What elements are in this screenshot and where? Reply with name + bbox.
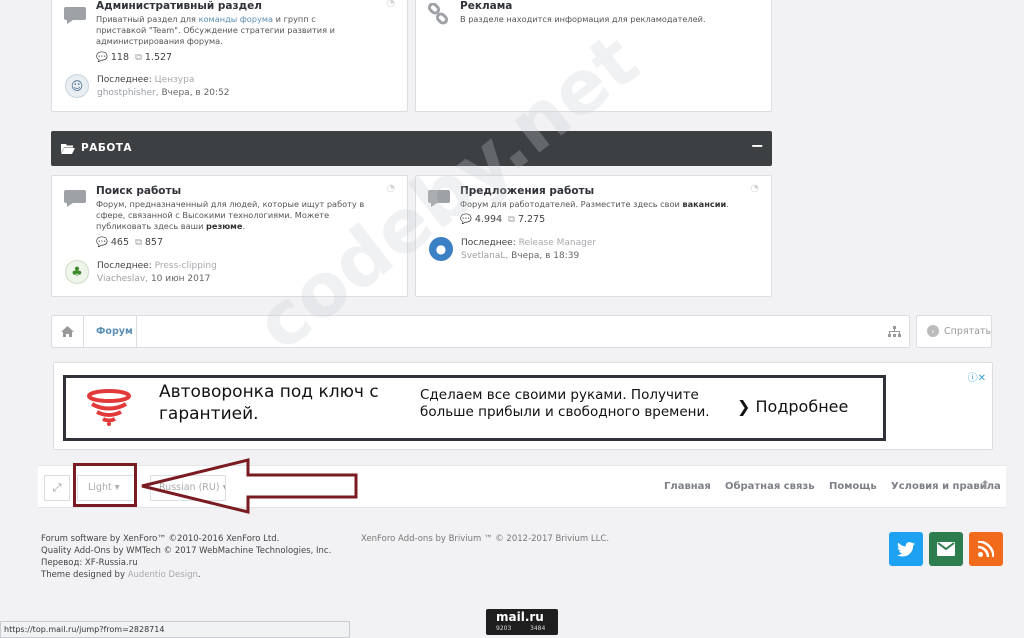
copyright-translation: Перевод: XF-Russia.ru [41, 558, 138, 568]
forum-description: В разделе находится информация для рекла… [460, 14, 706, 24]
breadcrumb-forum[interactable]: Форум [96, 326, 133, 337]
forum-team-link[interactable]: команды форума [199, 14, 273, 24]
threads-icon: 💬 [96, 237, 108, 248]
breadcrumb: Форум [51, 315, 910, 348]
ad-banner[interactable]: Автоворонка под ключ с гарантией. Сделае… [63, 375, 886, 441]
copyright-brivium: XenForo Add-ons by Brivium ™ © 2012-2017… [361, 534, 610, 544]
hide-button[interactable]: › Спрятать [916, 315, 992, 348]
last-post-meta: SvetlanaL, Вчера, в 18:39 [461, 251, 580, 261]
fullscreen-button[interactable]: ⤢ [44, 475, 70, 501]
last-thread-link[interactable]: Press-clipping [155, 261, 217, 271]
category-bar[interactable]: РАБОТА − [51, 131, 772, 166]
mailru-counter[interactable]: mail.ru 9203 3484 [486, 609, 558, 635]
last-post: Последнее: Press-clipping [97, 261, 217, 271]
avatar[interactable]: ☺ [65, 74, 89, 98]
link-icon [427, 3, 449, 25]
rss-icon[interactable]: ◔ [750, 183, 759, 194]
avatar[interactable]: ♣ [65, 260, 89, 284]
annotation-arrow [141, 458, 358, 514]
ad-headline: Автоворонка под ключ с гарантией. [159, 382, 379, 424]
scroll-top-icon[interactable]: ⬆ [980, 478, 990, 492]
tornado-logo-icon [87, 389, 131, 426]
posts-icon: ⧉ [508, 214, 515, 225]
footer-link-help[interactable]: Помощь [829, 481, 877, 492]
last-user-link[interactable]: Viacheslav [97, 274, 145, 284]
copyright-wmtech: Quality Add-Ons by WMTech © 2017 WebMach… [41, 546, 332, 556]
last-post: Последнее: Цензура [97, 75, 195, 85]
forum-description: Приватный раздел для команды форума и гр… [96, 14, 335, 46]
email-icon [937, 542, 955, 556]
rss-icon[interactable]: ◔ [386, 0, 395, 9]
breadcrumb-separator [136, 316, 137, 347]
rss-button[interactable] [969, 532, 1003, 566]
threads-icon: 💬 [460, 214, 472, 225]
last-thread-link[interactable]: Release Manager [519, 238, 596, 248]
rss-icon [978, 541, 994, 557]
category-title: РАБОТА [81, 142, 133, 154]
forum-description: Форум, предназначенный для людей, которы… [96, 199, 365, 231]
forum-card-admin[interactable]: Административный раздел Приватный раздел… [51, 0, 408, 112]
ad-container: ⓘ✕ Автоворонка под ключ с гарантией. Сде… [53, 362, 993, 450]
threads-icon: 💬 [96, 52, 108, 63]
ad-choices-icon[interactable]: ⓘ✕ [968, 369, 986, 384]
forum-stats: 💬 465 ⧉ 857 [96, 237, 164, 248]
sitemap-icon[interactable] [888, 326, 901, 338]
forum-card-ads[interactable]: Реклама В разделе находится информация д… [415, 0, 772, 112]
forum-title[interactable]: Предложения работы [460, 185, 594, 197]
twitter-button[interactable] [889, 532, 923, 566]
copyright-theme: Theme designed by Audentio Design. [41, 570, 201, 580]
forum-title[interactable]: Поиск работы [96, 185, 181, 197]
posts-icon: ⧉ [135, 52, 142, 63]
folder-open-icon [61, 144, 75, 154]
forum-title[interactable]: Реклама [460, 0, 512, 12]
posts-icon: ⧉ [135, 237, 142, 248]
copyright-block: Forum software by XenForo™ ©2010-2016 Xe… [41, 533, 331, 581]
hide-label: Спрятать [944, 326, 992, 337]
forum-stats: 💬 118 ⧉ 1.527 [96, 52, 173, 63]
last-user-link[interactable]: ghostphisher [97, 88, 156, 98]
forum-description: Форум для работодателей. Разместите здес… [460, 199, 729, 209]
mailru-logo: mail.ru [496, 610, 544, 624]
collapse-button[interactable]: − [751, 136, 764, 155]
hide-icon: › [927, 325, 939, 337]
home-icon[interactable] [52, 316, 84, 347]
last-post-meta: ghostphisher, Вчера, в 20:52 [97, 88, 230, 98]
footer-link-contact[interactable]: Обратная связь [725, 481, 815, 492]
forum-bubble-icon [428, 190, 450, 207]
mailru-count-2: 3484 [530, 625, 546, 632]
footer-link-home[interactable]: Главная [664, 481, 711, 492]
theme-designer-link[interactable]: Audentio Design [128, 570, 198, 580]
last-thread-link[interactable]: Цензура [155, 75, 195, 85]
forum-stats: 💬 4.994 ⧉ 7.275 [460, 214, 546, 225]
forum-card-job-offers[interactable]: Предложения работы Форум для работодател… [415, 175, 772, 297]
last-post-meta: Viacheslav, 10 июн 2017 [97, 274, 211, 284]
forum-bubble-icon [64, 7, 86, 24]
forum-card-job-search[interactable]: Поиск работы Форум, предназначенный для … [51, 175, 408, 297]
rss-icon[interactable]: ◔ [386, 183, 395, 194]
email-button[interactable] [929, 532, 963, 566]
annotation-box [73, 463, 137, 507]
forum-bubble-icon [64, 190, 86, 207]
chevron-right-icon: ❯ [737, 397, 751, 416]
avatar[interactable]: ● [429, 237, 453, 261]
last-user-link[interactable]: SvetlanaL [461, 251, 505, 261]
last-post: Последнее: Release Manager [461, 238, 597, 248]
status-bar-url: https://top.mail.ru/jump?from=2828714 [0, 621, 350, 638]
forum-title[interactable]: Административный раздел [96, 0, 262, 12]
ad-cta[interactable]: ❯ Подробнее [737, 397, 848, 416]
mailru-count-1: 9203 [496, 625, 512, 632]
copyright-xenforo: Forum software by XenForo™ ©2010-2016 Xe… [41, 534, 280, 544]
twitter-icon [897, 541, 915, 557]
ad-body: Сделаем все своими руками. Получите боль… [420, 387, 710, 420]
